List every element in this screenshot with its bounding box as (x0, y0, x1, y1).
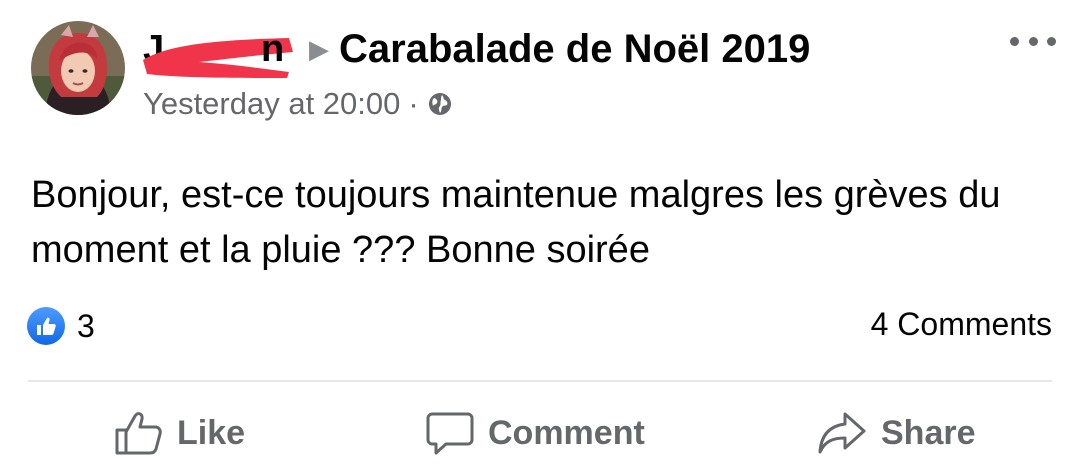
thumbs-up-icon (115, 412, 162, 455)
post-timestamp[interactable]: Yesterday at 20:00 (143, 86, 400, 122)
arrow-right-icon: ▶ (309, 34, 329, 64)
comment-button[interactable]: Comment (426, 400, 645, 466)
like-icon (27, 307, 65, 345)
post-header: J n ▶ Carabalade de Noël 2019 (143, 24, 810, 78)
post-body: Bonjour, est-ce toujours maintenue malgr… (31, 174, 1001, 271)
comment-bubble-icon (426, 412, 474, 455)
post-meta: Yesterday at 20:00 · (143, 86, 453, 122)
comment-button-label: Comment (488, 413, 645, 452)
reaction-count: 3 (77, 307, 95, 344)
more-options-icon[interactable] (1010, 26, 1056, 56)
more-dot (1047, 36, 1056, 46)
reactions-summary[interactable]: 3 (27, 307, 95, 345)
action-bar: Like Comment Share (0, 400, 1080, 466)
share-button-label: Share (881, 413, 976, 452)
comments-count[interactable]: 4 Comments (871, 306, 1052, 343)
globe-icon (428, 93, 451, 115)
group-name[interactable]: Carabalade de Noël 2019 (339, 27, 810, 72)
share-arrow-icon (818, 412, 866, 454)
author-name-end: n (261, 27, 285, 70)
like-button[interactable]: Like (113, 400, 245, 466)
divider (28, 380, 1052, 382)
author-name[interactable]: J n (143, 27, 303, 78)
meta-separator: · (408, 86, 419, 121)
more-dot (1028, 36, 1038, 46)
share-button[interactable]: Share (817, 400, 976, 466)
avatar[interactable] (31, 21, 125, 115)
more-dot (1010, 36, 1019, 46)
like-button-label: Like (177, 413, 246, 452)
avatar-image (31, 21, 125, 115)
